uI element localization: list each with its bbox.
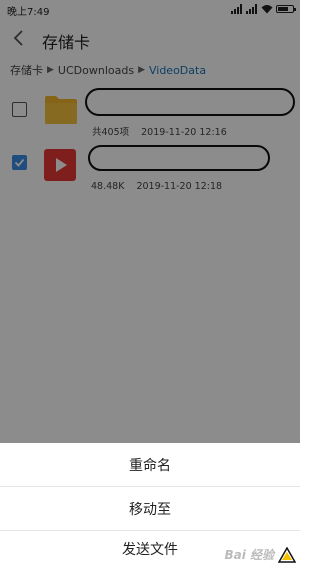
action-sheet: 重命名 移动至 发送文件 Bai 经验	[0, 443, 300, 567]
move-to-button[interactable]: 移动至	[0, 487, 300, 530]
watermark: Bai 经验	[224, 546, 296, 563]
warning-triangle-icon	[278, 546, 296, 563]
watermark-text: Bai 经验	[224, 548, 274, 562]
rename-button[interactable]: 重命名	[0, 443, 300, 486]
